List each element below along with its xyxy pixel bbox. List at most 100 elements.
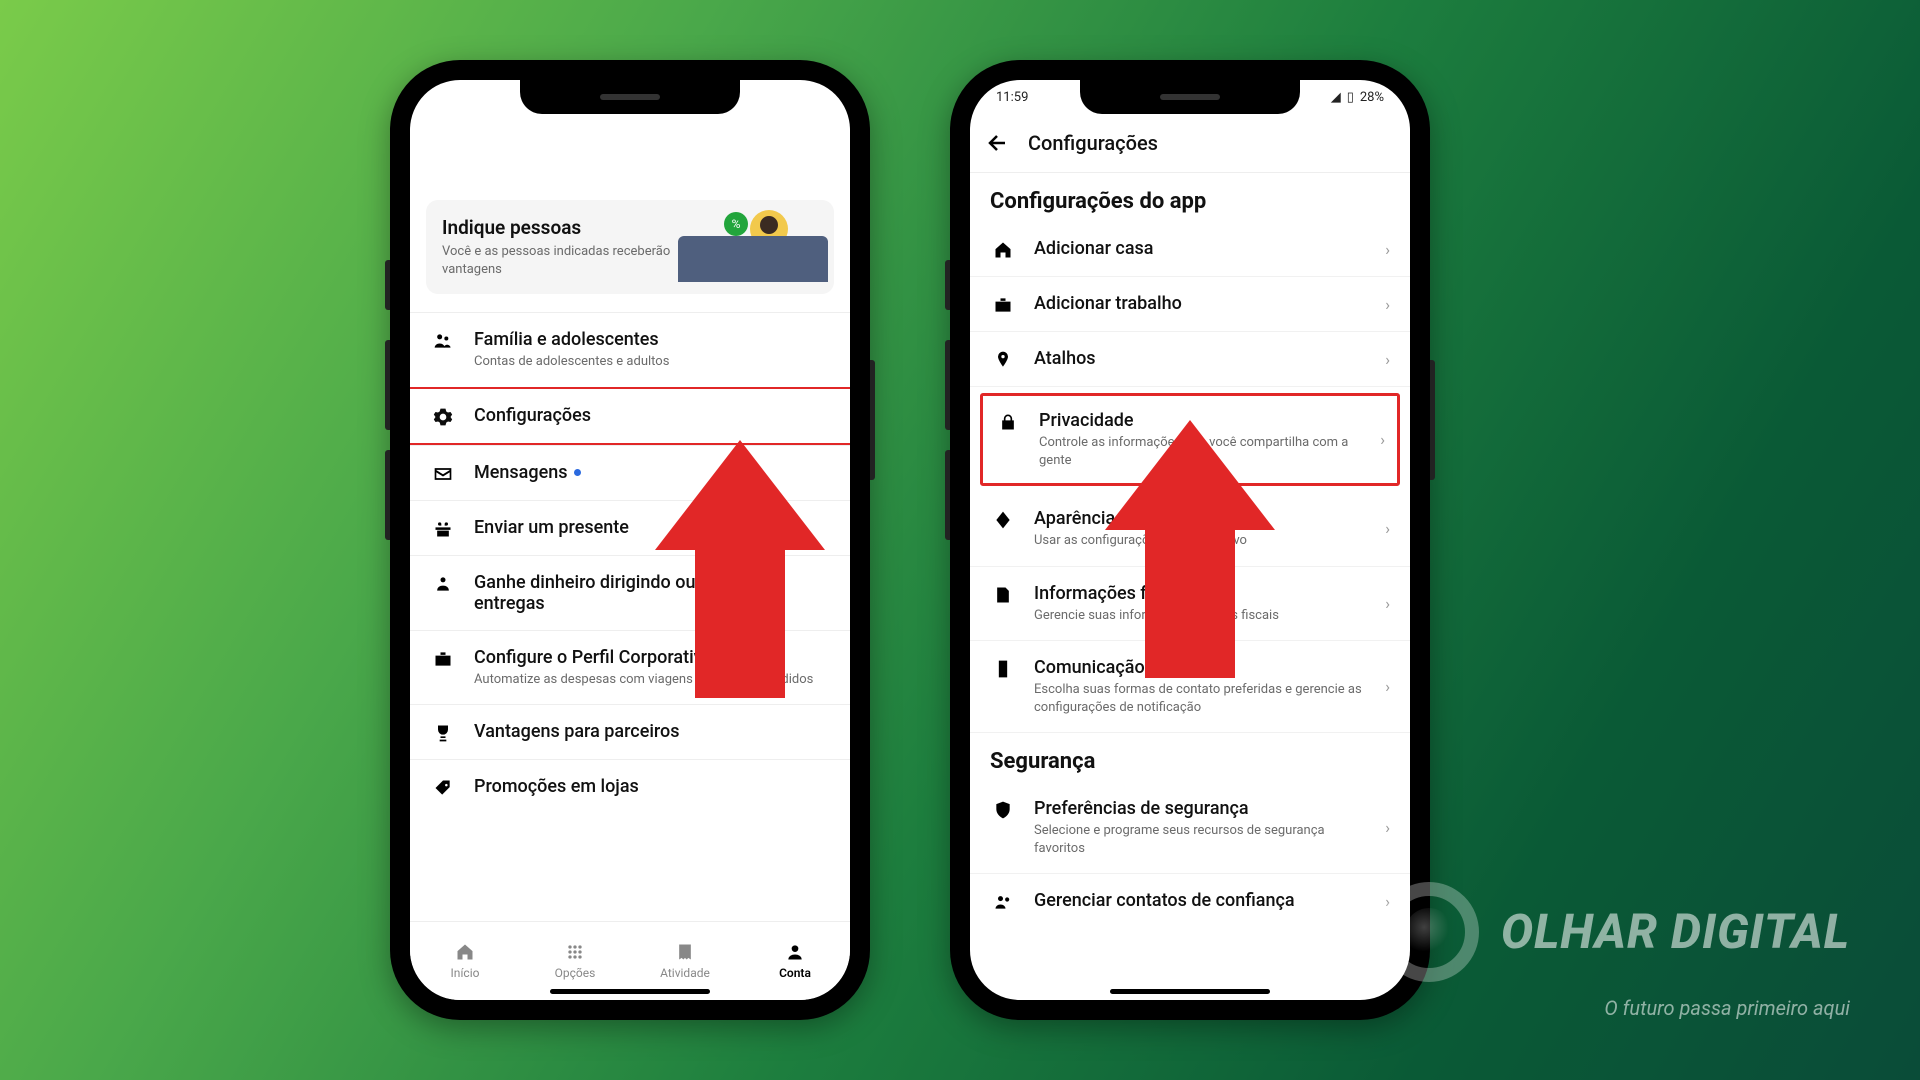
settings-label: Informações fiscais: [1034, 583, 1375, 604]
menu-item-family[interactable]: Família e adolescentes Contas de adolesc…: [410, 312, 850, 387]
signal-icon: ◢: [1331, 90, 1341, 105]
settings-label: Preferências de segurança: [1034, 798, 1375, 819]
screen-account: Indique pessoas Você e as pessoas indica…: [410, 80, 850, 1000]
settings-label: Privacidade: [1039, 410, 1370, 431]
mail-icon: [430, 464, 456, 484]
settings-item-tax[interactable]: Informações fiscais Gerencie suas inform…: [970, 567, 1410, 642]
promo-title: Indique pessoas: [442, 216, 678, 239]
settings-label: Aparência: [1034, 508, 1375, 529]
tab-label: Atividade: [660, 966, 710, 980]
promo-illustration: %: [678, 216, 818, 278]
menu-label: Enviar um presente: [474, 517, 830, 538]
settings-item-trusted[interactable]: Gerenciar contatos de confiança ›: [970, 874, 1410, 928]
chevron-right-icon: ›: [1385, 519, 1390, 538]
status-time: 11:59: [996, 90, 1028, 105]
settings-item-work[interactable]: Adicionar trabalho ›: [970, 277, 1410, 332]
settings-label: Gerenciar contatos de confiança: [1034, 890, 1375, 911]
promo-subtitle: Você e as pessoas indicadas receberão va…: [442, 243, 678, 278]
home-icon: [990, 240, 1016, 260]
promo-card-referral[interactable]: Indique pessoas Você e as pessoas indica…: [426, 200, 834, 294]
phone-mock-account: Indique pessoas Você e as pessoas indica…: [390, 60, 870, 1020]
brand-watermark: OLHAR DIGITAL O futuro passa primeiro aq…: [1379, 882, 1850, 1020]
trophy-icon: [430, 723, 456, 743]
document-icon: [990, 585, 1016, 605]
brand-name: OLHAR DIGITAL: [1501, 909, 1850, 955]
phone-icon: [990, 659, 1016, 679]
menu-label: Mensagens: [474, 462, 830, 483]
phone-mock-settings: 11:59 ◢ ▯ 28% Configurações Configuraçõe…: [950, 60, 1430, 1020]
tutorial-slide: Indique pessoas Você e as pessoas indica…: [0, 0, 1920, 1080]
settings-item-privacy[interactable]: Privacidade Controle as informações que …: [980, 393, 1400, 486]
lock-icon: [995, 412, 1021, 432]
home-icon: [455, 942, 475, 962]
back-button[interactable]: [986, 131, 1010, 155]
settings-item-shortcuts[interactable]: Atalhos ›: [970, 332, 1410, 387]
menu-label: Configure o Perfil Corporativo: [474, 647, 830, 668]
menu-item-driver[interactable]: Ganhe dinheiro dirigindo ou fazendo entr…: [410, 555, 850, 630]
chevron-right-icon: ›: [1385, 818, 1390, 837]
brand-tagline: O futuro passa primeiro aqui: [1379, 996, 1850, 1020]
tag-icon: [430, 778, 456, 798]
menu-sublabel: Automatize as despesas com viagens a tra…: [474, 671, 830, 689]
tab-label: Conta: [779, 966, 811, 980]
menu-label: Ganhe dinheiro dirigindo ou fazendo entr…: [474, 572, 830, 614]
battery-icon: ▯: [1347, 90, 1354, 105]
menu-item-settings[interactable]: Configurações: [410, 387, 850, 445]
menu-label: Configurações: [474, 405, 830, 426]
menu-sublabel: Contas de adolescentes e adultos: [474, 353, 830, 371]
briefcase-icon: [990, 295, 1016, 315]
chevron-right-icon: ›: [1385, 350, 1390, 369]
tab-home[interactable]: Início: [410, 922, 520, 1000]
menu-label: Promoções em lojas: [474, 776, 830, 797]
chevron-right-icon: ›: [1380, 430, 1385, 449]
settings-item-home[interactable]: Adicionar casa ›: [970, 222, 1410, 277]
settings-label: Adicionar casa: [1034, 238, 1375, 259]
settings-sublabel: Controle as informações que você compart…: [1039, 434, 1370, 469]
briefcase-icon: [430, 649, 456, 669]
driver-icon: [430, 574, 456, 594]
menu-item-messages[interactable]: Mensagens: [410, 445, 850, 500]
contacts-icon: [990, 892, 1016, 912]
settings-item-communication[interactable]: Comunicação Escolha suas formas de conta…: [970, 641, 1410, 733]
tab-label: Opções: [555, 966, 596, 980]
menu-item-gift[interactable]: Enviar um presente: [410, 500, 850, 555]
chevron-right-icon: ›: [1385, 677, 1390, 696]
appbar-title: Configurações: [1028, 131, 1158, 155]
shield-icon: [990, 800, 1016, 820]
tab-account[interactable]: Conta: [740, 922, 850, 1000]
chevron-right-icon: ›: [1385, 240, 1390, 259]
unread-dot-icon: [574, 469, 581, 476]
settings-item-appearance[interactable]: Aparência Usar as configurações do dispo…: [970, 492, 1410, 567]
section-header-app: Configurações do app: [970, 173, 1410, 222]
menu-label: Vantagens para parceiros: [474, 721, 830, 742]
account-menu-list: Família e adolescentes Contas de adolesc…: [410, 312, 850, 814]
menu-item-partner[interactable]: Vantagens para parceiros: [410, 704, 850, 759]
gift-icon: [430, 519, 456, 539]
settings-label: Atalhos: [1034, 348, 1375, 369]
family-icon: [430, 331, 456, 351]
chevron-right-icon: ›: [1385, 594, 1390, 613]
gear-icon: [430, 407, 456, 427]
settings-sublabel: Escolha suas formas de contato preferida…: [1034, 681, 1375, 716]
menu-item-promos[interactable]: Promoções em lojas: [410, 759, 850, 814]
percent-badge-icon: %: [724, 212, 748, 236]
settings-sublabel: Selecione e programe seus recursos de se…: [1034, 822, 1375, 857]
settings-item-security-prefs[interactable]: Preferências de segurança Selecione e pr…: [970, 782, 1410, 874]
home-indicator: [550, 989, 710, 994]
settings-sublabel: Usar as configurações do dispositivo: [1034, 532, 1375, 550]
pin-icon: [990, 350, 1016, 370]
screen-settings: 11:59 ◢ ▯ 28% Configurações Configuraçõe…: [970, 80, 1410, 1000]
receipt-icon: [675, 942, 695, 962]
section-header-security: Segurança: [970, 733, 1410, 782]
phone-notch: [1080, 80, 1300, 114]
chevron-right-icon: ›: [1385, 295, 1390, 314]
grid-icon: [565, 942, 585, 962]
brand-logo-icon: [1379, 882, 1479, 982]
menu-label: Família e adolescentes: [474, 329, 830, 350]
settings-label: Comunicação: [1034, 657, 1375, 678]
diamond-icon: [990, 510, 1016, 530]
settings-sublabel: Gerencie suas informações e notas fiscai…: [1034, 607, 1375, 625]
menu-item-corporate[interactable]: Configure o Perfil Corporativo Automatiz…: [410, 630, 850, 705]
phone-notch: [520, 80, 740, 114]
home-indicator: [1110, 989, 1270, 994]
